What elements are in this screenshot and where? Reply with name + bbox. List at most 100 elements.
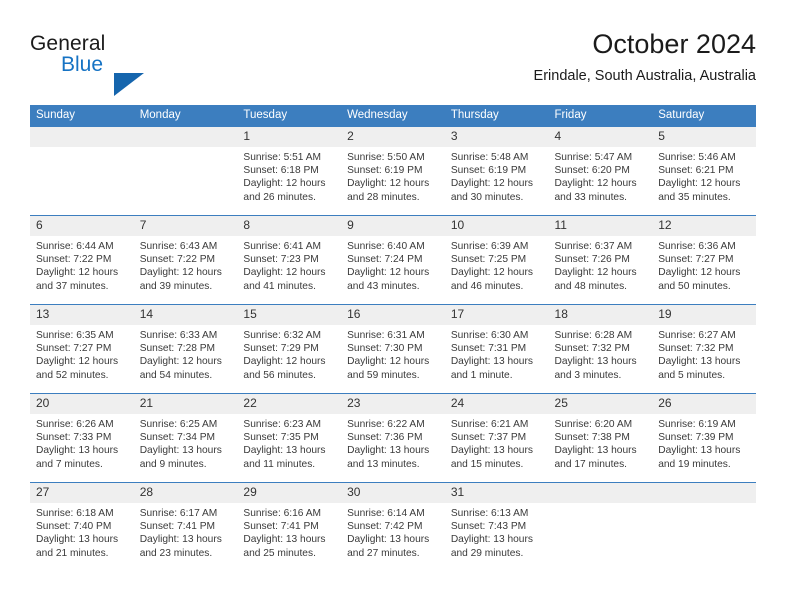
day-details: Sunrise: 5:47 AM Sunset: 6:20 PM Daylight:… bbox=[549, 147, 653, 204]
calendar-day-cell[interactable]: 15 Sunrise: 6:32 AM Sunset: 7:29 PM Dayligh… bbox=[237, 304, 342, 394]
calendar-day-cell[interactable]: 1 Sunrise: 5:51 AM Sunset: 6:18 PM Daylight… bbox=[237, 127, 342, 216]
daylight-text: Daylight: 13 hours and 13 minutes. bbox=[347, 445, 430, 470]
day-number: 24 bbox=[444, 394, 549, 414]
calendar-day-cell[interactable]: 12 Sunrise: 6:36 AM Sunset: 7:27 PM Dayligh… bbox=[652, 215, 756, 305]
calendar-day-cell[interactable]: 27 Sunrise: 6:18 AM Sunset: 7:40 PM Dayligh… bbox=[30, 482, 134, 571]
sunrise-text: Sunrise: 6:39 AM bbox=[450, 241, 529, 252]
calendar-day-cell[interactable]: 14 Sunrise: 6:33 AM Sunset: 7:28 PM Dayligh… bbox=[133, 304, 238, 394]
day-details: Sunrise: 6:41 AM Sunset: 7:23 PM Daylight:… bbox=[237, 236, 341, 293]
calendar-day-cell[interactable]: 7 Sunrise: 6:43 AM Sunset: 7:22 PM Daylight… bbox=[133, 215, 238, 305]
day-details: Sunrise: 6:43 AM Sunset: 7:22 PM Daylight:… bbox=[134, 236, 238, 293]
daylight-text: Daylight: 13 hours and 9 minutes. bbox=[139, 445, 222, 470]
daylight-text: Daylight: 12 hours and 50 minutes. bbox=[658, 267, 741, 292]
daylight-text: Daylight: 13 hours and 25 minutes. bbox=[243, 534, 326, 559]
day-details: Sunrise: 5:48 AM Sunset: 6:19 PM Daylight:… bbox=[445, 147, 549, 204]
day-number: 25 bbox=[548, 394, 653, 414]
calendar-day-cell[interactable]: 19 Sunrise: 6:27 AM Sunset: 7:32 PM Dayligh… bbox=[652, 304, 756, 394]
calendar-day-cell[interactable]: 17 Sunrise: 6:30 AM Sunset: 7:31 PM Dayligh… bbox=[444, 304, 549, 394]
sunrise-text: Sunrise: 5:50 AM bbox=[347, 152, 425, 163]
calendar-day-cell[interactable]: 18 Sunrise: 6:28 AM Sunset: 7:32 PM Dayligh… bbox=[548, 304, 653, 394]
day-details: Sunrise: 6:22 AM Sunset: 7:36 PM Daylight:… bbox=[341, 414, 445, 471]
sunset-text: Sunset: 7:22 PM bbox=[139, 254, 216, 266]
day-details: Sunrise: 6:18 AM Sunset: 7:40 PM Daylight:… bbox=[30, 503, 134, 560]
day-number: 21 bbox=[133, 394, 238, 414]
calendar-day-cell[interactable]: 28 Sunrise: 6:17 AM Sunset: 7:41 PM Dayligh… bbox=[133, 482, 238, 571]
sunset-text: Sunset: 7:28 PM bbox=[139, 343, 216, 355]
calendar-day-cell[interactable]: 9 Sunrise: 6:40 AM Sunset: 7:24 PM Daylight… bbox=[341, 215, 445, 305]
daylight-text: Daylight: 13 hours and 19 minutes. bbox=[658, 445, 741, 470]
weekday-header-wednesday: Wednesday bbox=[341, 105, 445, 127]
calendar-day-cell[interactable]: 16 Sunrise: 6:31 AM Sunset: 7:30 PM Dayligh… bbox=[341, 304, 445, 394]
calendar-day-cell[interactable]: 26 Sunrise: 6:19 AM Sunset: 7:39 PM Dayligh… bbox=[652, 393, 756, 483]
daylight-text: Daylight: 13 hours and 27 minutes. bbox=[347, 534, 430, 559]
calendar-day-cell[interactable]: 20 Sunrise: 6:26 AM Sunset: 7:33 PM Dayligh… bbox=[30, 393, 134, 483]
calendar-day-cell[interactable]: 4 Sunrise: 5:47 AM Sunset: 6:20 PM Daylight… bbox=[548, 127, 653, 216]
daylight-text: Daylight: 12 hours and 35 minutes. bbox=[658, 178, 741, 203]
day-number bbox=[548, 483, 653, 503]
day-details: Sunrise: 6:30 AM Sunset: 7:31 PM Daylight:… bbox=[445, 325, 549, 382]
brand-logo[interactable]: General Blue bbox=[30, 32, 230, 96]
day-number: 9 bbox=[341, 216, 445, 236]
sunset-text: Sunset: 6:19 PM bbox=[347, 165, 423, 177]
calendar-day-cell[interactable]: 13 Sunrise: 6:35 AM Sunset: 7:27 PM Dayligh… bbox=[30, 304, 134, 394]
day-number: 20 bbox=[30, 394, 134, 414]
calendar-day-cell[interactable]: 29 Sunrise: 6:16 AM Sunset: 7:41 PM Dayligh… bbox=[237, 482, 342, 571]
day-details: Sunrise: 6:20 AM Sunset: 7:38 PM Daylight:… bbox=[549, 414, 653, 471]
calendar-day-cell[interactable]: 22 Sunrise: 6:23 AM Sunset: 7:35 PM Dayligh… bbox=[237, 393, 342, 483]
sunset-text: Sunset: 7:33 PM bbox=[36, 432, 112, 444]
daylight-text: Daylight: 13 hours and 5 minutes. bbox=[658, 356, 741, 381]
day-details: Sunrise: 6:25 AM Sunset: 7:34 PM Daylight:… bbox=[134, 414, 238, 471]
sunset-text: Sunset: 7:34 PM bbox=[139, 432, 216, 444]
sunset-text: Sunset: 7:40 PM bbox=[36, 521, 112, 533]
sunrise-text: Sunrise: 6:30 AM bbox=[450, 330, 529, 341]
sunrise-text: Sunrise: 5:51 AM bbox=[243, 152, 321, 163]
day-number: 19 bbox=[652, 305, 756, 325]
calendar-day-cell[interactable]: 6 Sunrise: 6:44 AM Sunset: 7:22 PM Daylight… bbox=[30, 215, 134, 305]
sunset-text: Sunset: 7:41 PM bbox=[243, 521, 319, 533]
sunrise-text: Sunrise: 6:43 AM bbox=[139, 241, 218, 252]
daylight-text: Daylight: 12 hours and 37 minutes. bbox=[36, 267, 119, 292]
sunrise-text: Sunrise: 5:47 AM bbox=[554, 152, 633, 163]
sunset-text: Sunset: 7:36 PM bbox=[347, 432, 423, 444]
calendar-day-cell[interactable]: 8 Sunrise: 6:41 AM Sunset: 7:23 PM Daylight… bbox=[237, 215, 342, 305]
sunset-text: Sunset: 7:27 PM bbox=[658, 254, 734, 266]
calendar-day-cell-empty bbox=[30, 127, 134, 216]
calendar-day-cell[interactable]: 31 Sunrise: 6:13 AM Sunset: 7:43 PM Dayligh… bbox=[444, 482, 549, 571]
daylight-text: Daylight: 13 hours and 3 minutes. bbox=[554, 356, 637, 381]
daylight-text: Daylight: 12 hours and 59 minutes. bbox=[347, 356, 430, 381]
calendar-day-cell[interactable]: 23 Sunrise: 6:22 AM Sunset: 7:36 PM Dayligh… bbox=[341, 393, 445, 483]
calendar-day-cell[interactable]: 30 Sunrise: 6:14 AM Sunset: 7:42 PM Dayligh… bbox=[341, 482, 445, 571]
calendar-day-cell[interactable]: 24 Sunrise: 6:21 AM Sunset: 7:37 PM Dayligh… bbox=[444, 393, 549, 483]
day-number bbox=[652, 483, 756, 503]
day-number: 2 bbox=[341, 127, 445, 147]
calendar-page: General Blue October 2024 Erindale, Sout… bbox=[0, 0, 792, 612]
calendar-day-cell[interactable]: 3 Sunrise: 5:48 AM Sunset: 6:19 PM Daylight… bbox=[444, 127, 549, 216]
day-number: 26 bbox=[652, 394, 756, 414]
sunset-text: Sunset: 7:27 PM bbox=[36, 343, 112, 355]
sunset-text: Sunset: 6:21 PM bbox=[658, 165, 734, 177]
sunrise-text: Sunrise: 6:21 AM bbox=[450, 419, 529, 430]
calendar-day-cell[interactable]: 10 Sunrise: 6:39 AM Sunset: 7:25 PM Dayligh… bbox=[444, 215, 549, 305]
sunset-text: Sunset: 7:31 PM bbox=[450, 343, 527, 355]
sunset-text: Sunset: 7:25 PM bbox=[450, 254, 527, 266]
daylight-text: Daylight: 12 hours and 41 minutes. bbox=[243, 267, 326, 292]
sunrise-text: Sunrise: 6:35 AM bbox=[36, 330, 114, 341]
daylight-text: Daylight: 13 hours and 17 minutes. bbox=[554, 445, 637, 470]
calendar-day-cell[interactable]: 11 Sunrise: 6:37 AM Sunset: 7:26 PM Dayligh… bbox=[548, 215, 653, 305]
sunset-text: Sunset: 7:38 PM bbox=[554, 432, 630, 444]
calendar-day-cell[interactable]: 21 Sunrise: 6:25 AM Sunset: 7:34 PM Dayligh… bbox=[133, 393, 238, 483]
day-details: Sunrise: 6:28 AM Sunset: 7:32 PM Daylight:… bbox=[549, 325, 653, 382]
page-subtitle: Erindale, South Australia, Australia bbox=[533, 68, 756, 84]
sunrise-text: Sunrise: 6:33 AM bbox=[139, 330, 218, 341]
sunrise-text: Sunrise: 6:25 AM bbox=[139, 419, 218, 430]
calendar-day-cell[interactable]: 5 Sunrise: 5:46 AM Sunset: 6:21 PM Daylight… bbox=[652, 127, 756, 216]
daylight-text: Daylight: 13 hours and 1 minute. bbox=[450, 356, 533, 381]
calendar-day-cell-empty bbox=[548, 482, 653, 571]
day-details: Sunrise: 6:14 AM Sunset: 7:42 PM Daylight:… bbox=[341, 503, 445, 560]
weekday-header-friday: Friday bbox=[548, 105, 653, 127]
day-details: Sunrise: 6:35 AM Sunset: 7:27 PM Daylight:… bbox=[30, 325, 134, 382]
sunset-text: Sunset: 7:23 PM bbox=[243, 254, 319, 266]
calendar-day-cell[interactable]: 25 Sunrise: 6:20 AM Sunset: 7:38 PM Dayligh… bbox=[548, 393, 653, 483]
calendar-day-cell[interactable]: 2 Sunrise: 5:50 AM Sunset: 6:19 PM Daylight… bbox=[341, 127, 445, 216]
daylight-text: Daylight: 12 hours and 30 minutes. bbox=[450, 178, 533, 203]
